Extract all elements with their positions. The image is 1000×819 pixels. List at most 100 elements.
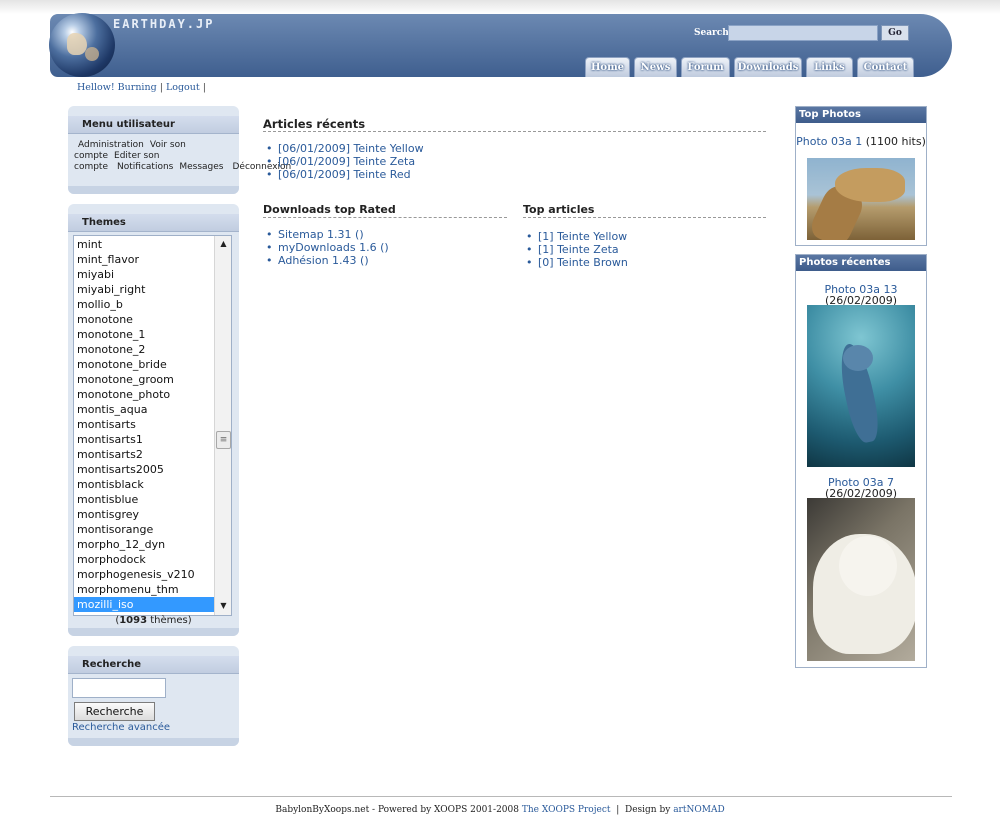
theme-option[interactable]: monotone_1 [77, 328, 145, 341]
theme-option[interactable]: monotone_groom [77, 373, 174, 386]
theme-option[interactable]: morphomenu_thm [77, 583, 179, 596]
search-block-title: Recherche [68, 656, 239, 674]
themes-block: Themes mint mint_flavormiyabi miyabi_right… [68, 204, 239, 636]
article-link[interactable]: [06/01/2009] Teinte Zeta [263, 155, 424, 168]
designer-link[interactable]: artNOMAD [673, 805, 724, 815]
xoops-project-link[interactable]: The XOOPS Project [522, 805, 611, 815]
user-menu-title: Menu utilisateur [68, 116, 239, 134]
downloads-top-list: Sitemap 1.31 () myDownloads 1.6 () Adhés… [263, 228, 389, 267]
scroll-thumb[interactable]: ≡ [216, 431, 231, 449]
search-block-input[interactable] [72, 678, 166, 698]
recent-articles-list: [06/01/2009] Teinte Yellow [06/01/2009] … [263, 142, 424, 181]
theme-count-suffix: thèmes [150, 615, 188, 626]
tab-downloads[interactable]: Downloads [734, 57, 802, 77]
separator: | [202, 82, 206, 93]
footer-powered-text: BabylonByXoops.net - Powered by XOOPS 20… [275, 805, 519, 815]
theme-option[interactable]: monotone_2 [77, 343, 145, 356]
search-label: Search: [694, 28, 733, 38]
download-link[interactable]: Adhésion 1.43 () [263, 254, 389, 267]
theme-option[interactable]: mint_flavor [77, 253, 139, 266]
scroll-down-arrow-icon[interactable]: ▼ [217, 599, 230, 612]
theme-option[interactable]: morphodock [77, 553, 146, 566]
top-articles-title: Top articles [523, 203, 595, 216]
theme-option[interactable]: miyabi_right [77, 283, 145, 296]
theme-option[interactable]: morpho_12_dyn [77, 538, 165, 551]
article-link[interactable]: [06/01/2009] Teinte Yellow [263, 142, 424, 155]
user-menu-links: Administration Voir son compte Editer son … [74, 140, 291, 173]
themes-title: Themes [68, 214, 239, 232]
search-go-button[interactable]: Go [881, 25, 909, 41]
tab-contact-label: Contact [863, 62, 908, 73]
tab-links-label: Links [814, 62, 845, 73]
top-photo-hits: (1100 hits) [865, 135, 926, 148]
footer-divider [50, 796, 952, 797]
theme-option[interactable]: montisarts [77, 418, 136, 431]
theme-option[interactable]: montisarts2 [77, 448, 143, 461]
download-link[interactable]: myDownloads 1.6 () [263, 241, 389, 254]
recherche-button[interactable]: Recherche [74, 702, 155, 721]
tab-downloads-label: Downloads [737, 62, 799, 73]
article-link[interactable]: [06/01/2009] Teinte Red [263, 168, 424, 181]
theme-option[interactable]: monotone_bride [77, 358, 167, 371]
theme-option[interactable]: montisorange [77, 523, 153, 536]
polar-bear-photo[interactable] [807, 498, 915, 661]
theme-option[interactable]: mollio_b [77, 298, 123, 311]
globe-logo-icon[interactable] [49, 13, 115, 77]
hello-user-link[interactable]: Hellow! Burning [77, 82, 157, 93]
theme-option[interactable]: montis_aqua [77, 403, 147, 416]
top-article-link[interactable]: [1] Teinte Yellow [523, 230, 628, 243]
footer-design-text: Design by [625, 805, 671, 815]
divider [263, 217, 507, 218]
tab-news[interactable]: News [634, 57, 677, 77]
tab-news-label: News [640, 62, 671, 73]
theme-option[interactable]: montisarts1 [77, 433, 143, 446]
theme-select-list[interactable]: mint mint_flavormiyabi miyabi_right mollio_… [73, 235, 232, 616]
theme-option[interactable]: mozilli_iso [77, 598, 133, 611]
site-title[interactable]: EARTHDAY.JP [113, 17, 214, 31]
search-block: Recherche Recherche Recherche avancée [68, 646, 239, 746]
menu-item-messages[interactable]: Messages [179, 162, 223, 172]
header-search-input[interactable] [728, 25, 878, 41]
tab-links[interactable]: Links [806, 57, 853, 77]
theme-option[interactable]: montisblue [77, 493, 138, 506]
theme-option[interactable]: montisgrey [77, 508, 139, 521]
theme-option[interactable]: miyabi [77, 268, 114, 281]
logout-link[interactable]: Logout [166, 82, 200, 93]
theme-count: (1093 thèmes) [115, 615, 192, 626]
menu-item-administration[interactable]: Administration [78, 140, 144, 150]
top-photo-link[interactable]: Photo 03a 1 [796, 135, 862, 148]
theme-option[interactable]: mint [77, 238, 102, 251]
tab-forum[interactable]: Forum [681, 57, 730, 77]
divider [523, 217, 766, 218]
advanced-search-link[interactable]: Recherche avancée [72, 722, 170, 733]
download-link[interactable]: Sitemap 1.31 () [263, 228, 389, 241]
block-footer [68, 186, 239, 194]
theme-option[interactable]: morphogenesis_v210 [77, 568, 195, 581]
recent-photo-caption: Photo 03a 7 (26/02/2009) [796, 477, 926, 499]
footer-separator: | [616, 805, 620, 815]
separator: | [159, 82, 163, 93]
theme-option[interactable]: montisblack [77, 478, 144, 491]
top-article-link[interactable]: [1] Teinte Zeta [523, 243, 628, 256]
downloads-top-title: Downloads top Rated [263, 203, 396, 216]
top-article-link[interactable]: [0] Teinte Brown [523, 256, 628, 269]
footer: BabylonByXoops.net - Powered by XOOPS 20… [0, 805, 1000, 815]
top-photo-caption: Photo 03a 1 (1100 hits) [796, 136, 926, 147]
tab-contact[interactable]: Contact [857, 57, 914, 77]
scroll-up-arrow-icon[interactable]: ▲ [217, 237, 230, 250]
recent-articles-title: Articles récents [263, 117, 366, 131]
tab-home[interactable]: Home [585, 57, 630, 77]
camel-photo[interactable] [807, 158, 915, 240]
block-footer [68, 628, 239, 636]
theme-option[interactable]: monotone [77, 313, 133, 326]
top-photos-block: Top Photos Photo 03a 1 (1100 hits) [795, 106, 927, 246]
top-fade [0, 0, 1000, 14]
menu-item-notifications[interactable]: Notifications [117, 162, 173, 172]
tab-forum-label: Forum [687, 62, 724, 73]
block-footer [68, 738, 239, 746]
theme-option[interactable]: monotone_photo [77, 388, 170, 401]
recent-photo-caption: Photo 03a 13 (26/02/2009) [796, 284, 926, 306]
theme-list-scrollbar[interactable]: ▲ ≡ ▼ [214, 236, 231, 615]
theme-option[interactable]: montisarts2005 [77, 463, 164, 476]
dolphin-photo[interactable] [807, 305, 915, 467]
